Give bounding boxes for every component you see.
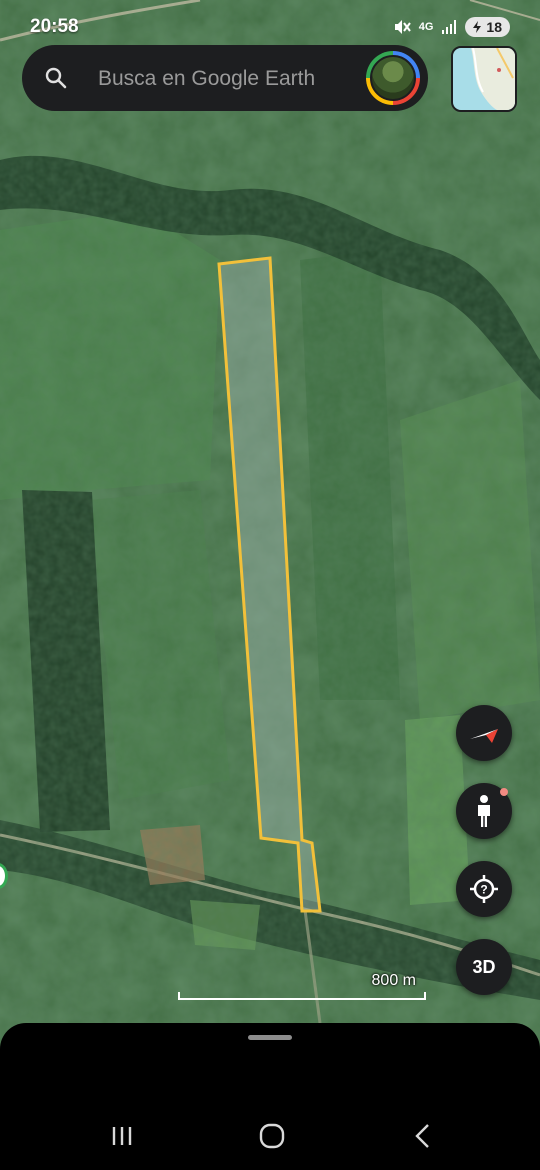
recent-apps-icon[interactable] — [107, 1121, 137, 1151]
system-nav-bar — [0, 1103, 540, 1170]
svg-text:?: ? — [480, 883, 487, 897]
battery-badge: 18 — [465, 17, 510, 37]
street-view-button[interactable] — [456, 783, 512, 839]
compass-button[interactable] — [456, 705, 512, 761]
scale-bar: 800 m — [178, 970, 426, 1000]
home-icon[interactable] — [257, 1121, 287, 1151]
drag-handle[interactable] — [248, 1035, 292, 1040]
street-view-icon — [478, 795, 490, 827]
back-icon[interactable] — [408, 1121, 438, 1151]
network-label: 4G — [418, 21, 434, 33]
notification-dot — [500, 788, 508, 796]
map-thumbnail-icon — [453, 48, 515, 110]
battery-level: 18 — [486, 19, 502, 35]
3d-toggle-button[interactable]: 3D — [456, 939, 512, 995]
signal-icon — [442, 20, 457, 34]
avatar-image — [370, 55, 416, 101]
my-location-icon: ? — [470, 875, 498, 903]
search-icon[interactable] — [44, 66, 68, 90]
my-location-button[interactable]: ? — [456, 861, 512, 917]
search-input[interactable] — [96, 57, 360, 101]
status-time: 20:58 — [30, 16, 79, 37]
status-icons: 4G 18 — [393, 16, 510, 38]
mute-icon — [394, 20, 411, 34]
scale-label: 800 m — [371, 972, 416, 989]
search-bar[interactable] — [22, 45, 428, 111]
compass-icon — [470, 729, 498, 743]
avatar[interactable] — [366, 51, 420, 105]
scale-line — [178, 992, 426, 1000]
bottom-sheet[interactable] — [0, 1023, 540, 1103]
map-style-button[interactable] — [451, 46, 517, 112]
battery-saver-icon — [473, 21, 482, 33]
